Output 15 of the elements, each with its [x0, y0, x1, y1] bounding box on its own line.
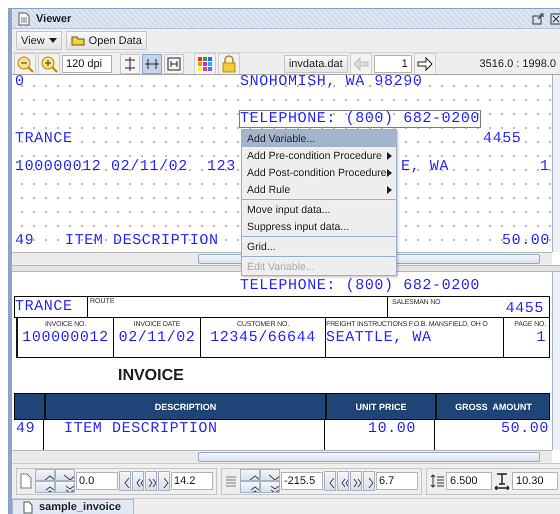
invoice-heading: INVOICE — [117, 366, 185, 386]
field-value: SEATTLE, WA — [326, 329, 432, 346]
window-title: Viewer — [36, 12, 72, 24]
telephone-text: TELEPHONE: (800) 682-0200 — [239, 278, 482, 294]
coordinates-readout: 3516.0 : 1998.0 — [480, 58, 556, 70]
field-value: 12345/66644 — [210, 329, 316, 346]
field-value: 1 — [536, 329, 546, 346]
field-value: 100000012 — [22, 329, 109, 346]
customer-name: TRANCE — [15, 297, 88, 317]
column-header: GROSS AMOUNT — [435, 394, 550, 419]
column-header: DESCRIPTION — [44, 394, 325, 419]
table-cell-text: 49 — [15, 420, 36, 439]
field-value: 02/11/02 — [118, 329, 196, 346]
column-header: UNIT PRICE — [325, 394, 435, 419]
salesman-number: 4455 — [506, 300, 544, 317]
